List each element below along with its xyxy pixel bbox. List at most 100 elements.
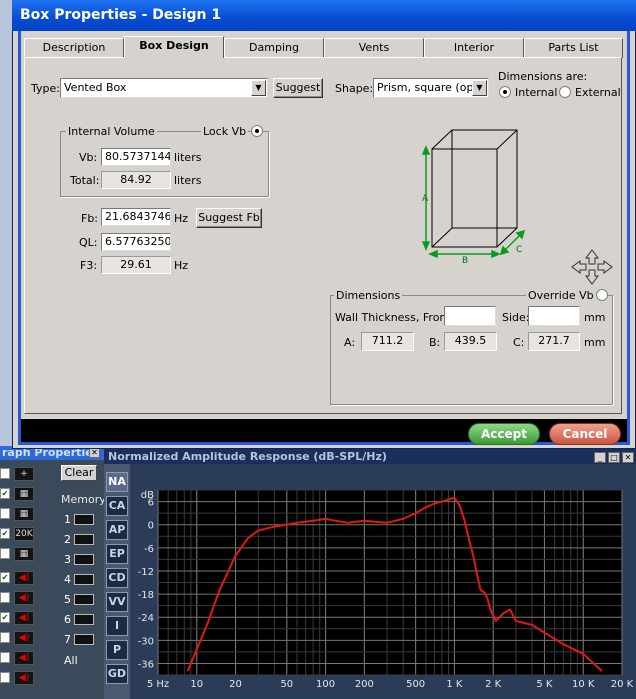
wall-front-input[interactable]	[444, 306, 496, 326]
checkbox[interactable]: ✔	[0, 528, 10, 539]
shape-select[interactable]: Prism, square (opt.) ▼	[373, 78, 489, 98]
vb-unit: liters	[174, 151, 202, 164]
override-vb-radio[interactable]	[596, 289, 608, 301]
checkbox[interactable]	[0, 592, 10, 603]
graph-option-row[interactable]: ✔ ◀)	[0, 610, 56, 626]
lock-vb-radio[interactable]	[251, 125, 263, 137]
graph-option-row[interactable]: ✔ 20K	[0, 526, 56, 542]
wall-side-input[interactable]	[528, 306, 580, 326]
plot-mode-ap-button[interactable]: AP	[106, 520, 128, 540]
type-value: Vented Box	[64, 81, 127, 94]
memory-slot-box[interactable]	[74, 634, 94, 645]
memory-slot-number: 6	[64, 613, 71, 626]
suggest-fb-button[interactable]: Suggest Fb	[196, 208, 262, 228]
tab-damping[interactable]: Damping	[224, 38, 324, 58]
memory-slot-box[interactable]	[74, 514, 94, 525]
minimize-icon[interactable]: _	[594, 452, 606, 463]
cancel-button[interactable]: Cancel	[549, 423, 621, 445]
fb-unit: Hz	[174, 212, 189, 225]
graph-option-row[interactable]: ✔ ◀)	[0, 570, 56, 586]
y-tick-label: -36	[138, 659, 154, 670]
checkbox[interactable]: ✔	[0, 612, 10, 623]
close-icon[interactable]: ✕	[89, 448, 100, 458]
memory-slot-box[interactable]	[74, 554, 94, 565]
y-axis-label: dB	[141, 490, 154, 501]
maximize-icon[interactable]: □	[608, 452, 620, 463]
graph-option-row[interactable]: ▦	[0, 546, 56, 562]
memory-slot[interactable]: 5	[64, 593, 98, 607]
external-radio[interactable]	[559, 86, 571, 98]
chevron-down-icon[interactable]: ▼	[472, 80, 487, 96]
dialog-title: Box Properties - Design 1	[12, 0, 636, 31]
override-vb-label: Override Vb	[526, 289, 596, 302]
graph-option-icon: +	[14, 467, 34, 481]
y-tick-label: 0	[148, 521, 154, 532]
tab-interior[interactable]: Interior	[424, 38, 524, 58]
memory-slot[interactable]: 1	[64, 513, 98, 527]
plot-mode-i-button[interactable]: I	[106, 616, 128, 636]
accept-button[interactable]: Accept	[468, 423, 540, 445]
checkbox[interactable]	[0, 632, 10, 643]
checkbox[interactable]	[0, 468, 10, 479]
dimensions-are-label: Dimensions are:	[498, 70, 588, 83]
side-label: Side:	[502, 311, 530, 324]
suggest-button[interactable]: Suggest	[273, 78, 323, 98]
plot-mode-ca-button[interactable]: CA	[106, 496, 128, 516]
plot-mode-cd-button[interactable]: CD	[106, 568, 128, 588]
clear-button[interactable]: Clear	[61, 465, 97, 481]
memory-slot[interactable]: 7	[64, 633, 98, 647]
plot-mode-p-button[interactable]: P	[106, 640, 128, 660]
plot-mode-ep-button[interactable]: EP	[106, 544, 128, 564]
tab-vents[interactable]: Vents	[324, 38, 424, 58]
checkbox[interactable]: ✔	[0, 572, 10, 583]
plot-mode-na-button[interactable]: NA	[106, 472, 128, 492]
type-select[interactable]: Vented Box ▼	[60, 78, 268, 98]
graph-option-row[interactable]: ▦	[0, 506, 56, 522]
checkbox[interactable]	[0, 508, 10, 519]
tab-parts-list[interactable]: Parts List	[524, 38, 623, 58]
memory-slot[interactable]: 2	[64, 533, 98, 547]
checkbox[interactable]: ✔	[0, 488, 10, 499]
mm-unit-2: mm	[584, 336, 606, 349]
memory-slot-box[interactable]	[74, 594, 94, 605]
graph-option-row[interactable]: ◀)	[0, 650, 56, 666]
external-label: External	[575, 86, 621, 99]
tab-box-design[interactable]: Box Design	[124, 36, 224, 58]
memory-slot[interactable]: 6	[64, 613, 98, 627]
ql-input[interactable]: 6.577632506	[101, 233, 171, 251]
mm-unit: mm	[584, 311, 606, 324]
x-tick-label: 20	[229, 679, 242, 690]
total-label: Total:	[70, 174, 100, 187]
memory-slot-number: 4	[64, 573, 71, 586]
checkbox[interactable]	[0, 672, 10, 683]
memory-slot-box[interactable]	[74, 534, 94, 545]
chevron-down-icon[interactable]: ▼	[251, 80, 266, 96]
plot-mode-vv-button[interactable]: VV	[106, 592, 128, 612]
x-tick-label: 5 K	[536, 679, 553, 690]
checkbox[interactable]	[0, 652, 10, 663]
internal-radio[interactable]	[499, 86, 511, 98]
dimensions-group-label: Dimensions	[334, 289, 403, 302]
lock-vb-label: Lock Vb	[201, 125, 249, 138]
fb-input[interactable]: 21.68437465	[101, 208, 171, 226]
graph-option-row[interactable]: ◀)	[0, 630, 56, 646]
box-dim-a-label: A	[422, 194, 429, 204]
graph-option-row[interactable]: ◀)	[0, 670, 56, 686]
plot-mode-gd-button[interactable]: GD	[106, 664, 128, 684]
close-icon[interactable]: ✕	[622, 452, 634, 463]
memory-slot-box[interactable]	[74, 614, 94, 625]
memory-slot-box[interactable]	[74, 574, 94, 585]
tab-description[interactable]: Description	[24, 38, 124, 58]
rotate-arrows-icon[interactable]	[570, 248, 614, 286]
total-value: 84.92	[101, 171, 171, 189]
vb-input[interactable]: 80.57371449	[101, 148, 171, 166]
graph-option-row[interactable]: +	[0, 466, 56, 482]
memory-slot[interactable]: 3	[64, 553, 98, 567]
checkbox[interactable]	[0, 548, 10, 559]
graph-option-icon: ◀)	[14, 651, 34, 665]
memory-slot[interactable]: 4	[64, 573, 98, 587]
graph-option-row[interactable]: ✔ ▦	[0, 486, 56, 502]
memory-slot-number: 1	[64, 513, 71, 526]
graph-option-row[interactable]: ◀)	[0, 590, 56, 606]
memory-all-label[interactable]: All	[64, 654, 78, 667]
